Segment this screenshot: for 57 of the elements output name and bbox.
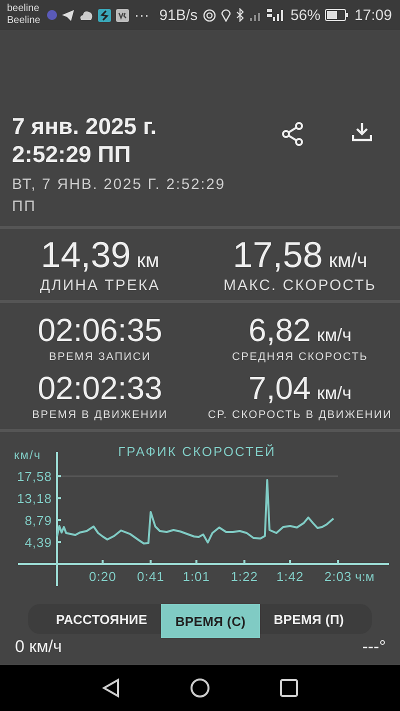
stat-label: СРЕДНЯЯ СКОРОСТЬ bbox=[232, 351, 368, 363]
stat-label: МАКС. СКОРОСТЬ bbox=[224, 277, 376, 294]
stat-label: СР. СКОРОСТЬ В ДВИЖЕНИИ bbox=[208, 409, 392, 421]
stat-value: 17,58 bbox=[232, 235, 323, 275]
hotspot-icon bbox=[202, 8, 216, 22]
home-button[interactable] bbox=[190, 678, 210, 698]
battery-icon bbox=[325, 9, 350, 21]
back-button[interactable] bbox=[102, 678, 120, 698]
carrier-name: beeline bbox=[7, 3, 40, 15]
recents-button[interactable] bbox=[280, 679, 298, 697]
chart-mode-tab[interactable]: РАССТОЯНИЕ bbox=[42, 604, 162, 634]
axis-tick-label: 13,18 bbox=[16, 491, 52, 506]
download-icon[interactable] bbox=[352, 122, 372, 142]
axis-tick-label: 4,39 bbox=[24, 535, 52, 550]
cloud-icon bbox=[79, 10, 94, 20]
bluetooth-icon bbox=[236, 8, 244, 22]
axis-tick-label: 17,58 bbox=[16, 469, 52, 484]
track-date: 7 янв. 2025 г. bbox=[12, 112, 158, 140]
stat-label: ВРЕМЯ В ДВИЖЕНИИ bbox=[32, 409, 168, 421]
more-notifications-icon: ··· bbox=[134, 6, 150, 24]
chart-title: ГРАФИК СКОРОСТЕЙ bbox=[118, 444, 276, 459]
axis-unit: км/ч bbox=[14, 448, 42, 462]
stat-value: 14,39 bbox=[40, 235, 131, 275]
axis-unit: ч:м bbox=[355, 569, 374, 584]
stat-value: 7,04 bbox=[248, 369, 311, 407]
stat-label: ДЛИНА ТРЕКА bbox=[40, 277, 160, 294]
chart-mode-tab[interactable]: ВРЕМЯ (С) bbox=[161, 604, 260, 638]
axis-tick-label: 1:01 bbox=[182, 569, 210, 584]
track-time: 2:52:29 ПП bbox=[12, 140, 132, 168]
stat-value: 6,82 bbox=[248, 311, 311, 349]
battery-percent: 56% bbox=[290, 6, 320, 24]
stat-unit: км/ч bbox=[328, 250, 368, 273]
location-icon bbox=[220, 8, 231, 22]
axis-tick-label: 0:20 bbox=[89, 569, 116, 584]
app-icon bbox=[116, 8, 130, 22]
clock: 17:09 bbox=[354, 6, 392, 24]
track-datetime: ВТ, 7 ЯНВ. 2025 Г. 2:52:29 ПП bbox=[12, 175, 226, 217]
app-icon bbox=[47, 10, 58, 20]
axis-tick-label: 1:22 bbox=[230, 569, 258, 584]
axis-tick-label: 1:42 bbox=[276, 569, 304, 584]
stat-unit: км/ч bbox=[316, 325, 352, 346]
current-speed: 0 км/ч bbox=[15, 637, 62, 657]
chart-mode-tab[interactable]: ВРЕМЯ (П) bbox=[260, 604, 358, 634]
stat-value: 02:02:33 bbox=[38, 369, 162, 407]
stat-label: ВРЕМЯ ЗАПИСИ bbox=[48, 351, 152, 363]
stat-unit: км bbox=[136, 250, 160, 273]
carrier-name: Beeline bbox=[7, 15, 40, 27]
stat-value: 02:06:35 bbox=[38, 311, 162, 349]
axis-tick-label: 8,79 bbox=[24, 513, 52, 528]
signal-icon bbox=[267, 9, 286, 21]
axis-tick-label: 2:03 bbox=[324, 569, 352, 584]
stat-unit: км/ч bbox=[316, 383, 352, 404]
app-icon bbox=[98, 8, 112, 22]
share-icon[interactable] bbox=[282, 122, 304, 146]
axis-tick-label: 0:41 bbox=[137, 569, 164, 584]
network-speed: 91B/s bbox=[159, 6, 198, 24]
heading: ---° bbox=[362, 637, 386, 657]
